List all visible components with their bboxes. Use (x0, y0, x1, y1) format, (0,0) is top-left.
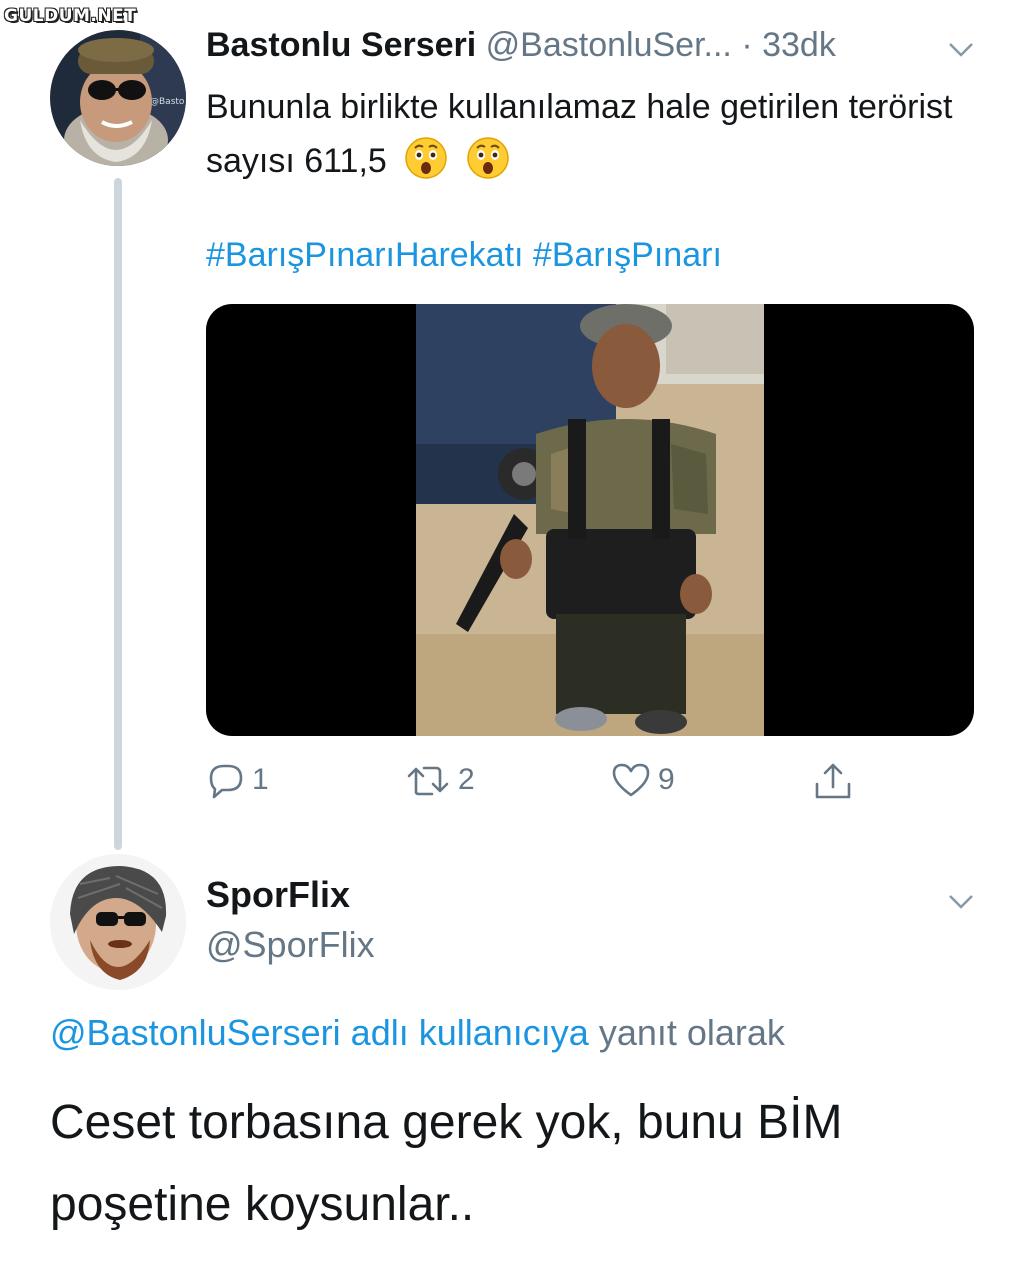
heart-icon (612, 763, 650, 797)
astonished-face-icon (466, 137, 509, 179)
author-handle[interactable]: @BastonluSer... (486, 26, 732, 64)
tweet-actions: 1 2 9 (0, 760, 1024, 810)
share-icon (815, 763, 851, 799)
watermark-logo: GULDUM.NET (4, 6, 137, 26)
reply-action[interactable]: 1 (206, 760, 269, 800)
tweet-photo (416, 304, 764, 736)
reply-author-name[interactable]: SporFlix (206, 874, 350, 916)
tweet-text-body: Bununla birlikte kullanılamaz hale getir… (206, 88, 953, 180)
tweet-text: Bununla birlikte kullanılamaz hale getir… (206, 80, 996, 188)
reply-text: Ceset torbasına gerek yok, bunu BİM poşe… (50, 1096, 843, 1231)
author-name[interactable]: Bastonlu Serseri (206, 26, 476, 64)
reply-avatar-image (50, 854, 186, 990)
reply-count: 1 (252, 763, 269, 796)
hashtag-links[interactable]: #BarışPınarıHarekatı #BarışPınarı (206, 236, 722, 275)
astonished-face-icon (405, 137, 448, 179)
tweet-header: Bastonlu Serseri @BastonluSer... · 33dk (206, 26, 836, 65)
svg-text:@Basto: @Basto (150, 97, 185, 107)
tweet-media[interactable] (206, 304, 974, 736)
chevron-down-icon[interactable] (948, 42, 974, 58)
replying-to-suffix: yanıt olarak (598, 1012, 785, 1053)
avatar-image: @Basto (50, 30, 186, 166)
chevron-down-icon[interactable] (948, 894, 974, 910)
retweet-action[interactable]: 2 (404, 760, 475, 800)
thread-connector-line (114, 178, 122, 850)
replying-to: @BastonluSerseri adlı kullanıcıya yanıt … (50, 1012, 785, 1054)
reply-icon (209, 764, 243, 799)
replying-to-mention[interactable]: @BastonluSerseri adlı kullanıcıya (50, 1012, 589, 1053)
reply-avatar[interactable] (50, 854, 186, 990)
tweet-timestamp[interactable]: · 33dk (741, 26, 836, 64)
reply-author-handle[interactable]: @SporFlix (206, 924, 375, 966)
like-action[interactable]: 9 (610, 760, 675, 800)
retweet-icon (407, 766, 449, 796)
like-count: 9 (658, 763, 675, 796)
share-action[interactable] (812, 760, 854, 802)
retweet-count: 2 (458, 763, 475, 796)
avatar[interactable]: @Basto (50, 30, 186, 166)
